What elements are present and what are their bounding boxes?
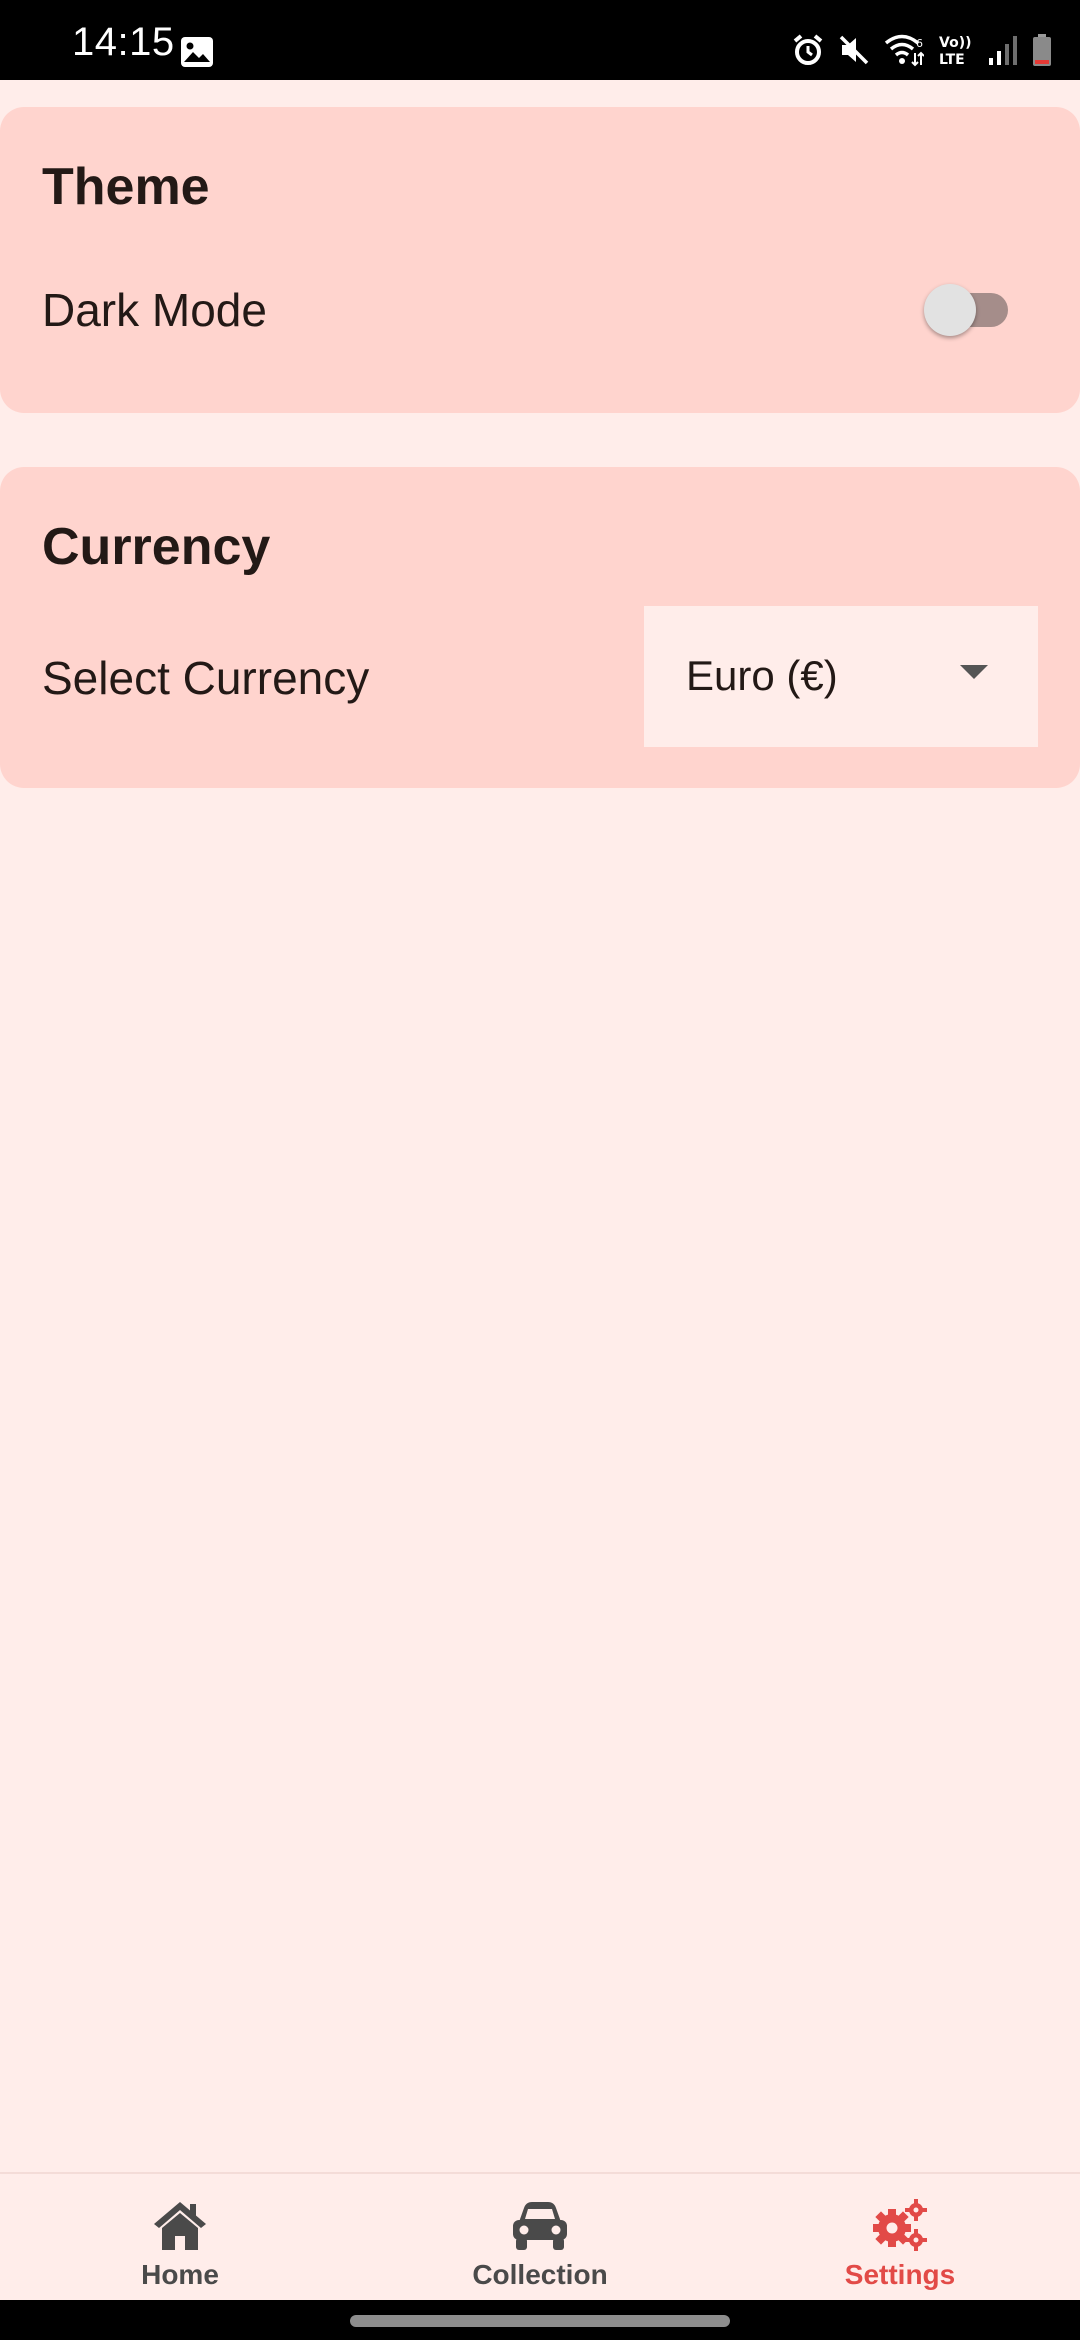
nav-item-collection[interactable]: Collection — [360, 2174, 720, 2302]
switch-thumb — [924, 284, 976, 336]
nav-label-settings: Settings — [844, 2259, 956, 2290]
alarm-icon — [793, 34, 823, 65]
bottom-nav: Home Collection Settings — [0, 2172, 1080, 2300]
theme-title: Theme — [42, 158, 210, 216]
wifi-icon: 6 — [884, 34, 924, 67]
status-icons: 6 Vo)) LTE — [792, 30, 1052, 70]
system-nav-bar — [0, 2300, 1080, 2340]
status-bar: 14:15 6 Vo)) LTE — [0, 0, 1080, 80]
currency-dropdown[interactable]: Euro (€) — [644, 606, 1038, 747]
mute-icon — [839, 35, 869, 65]
battery-icon — [1033, 34, 1051, 66]
currency-card: Currency Select Currency Euro (€) — [0, 467, 1080, 788]
nav-item-settings[interactable]: Settings — [720, 2174, 1080, 2302]
volte-icon: Vo)) LTE — [939, 35, 971, 67]
svg-text:Vo)): Vo)) — [939, 35, 971, 51]
signal-icon — [989, 36, 1017, 65]
home-gesture-bar[interactable] — [350, 2315, 730, 2327]
theme-card: Theme Dark Mode — [0, 107, 1080, 413]
currency-title: Currency — [42, 518, 271, 576]
nav-label-home: Home — [141, 2259, 219, 2290]
dark-mode-label: Dark Mode — [42, 284, 267, 336]
gears-icon — [873, 2199, 927, 2251]
select-currency-label: Select Currency — [42, 652, 370, 704]
nav-item-home[interactable]: Home — [0, 2174, 360, 2302]
car-icon — [513, 2202, 567, 2250]
home-icon — [154, 2202, 206, 2250]
currency-selected-value: Euro (€) — [686, 652, 838, 699]
gallery-icon — [181, 37, 213, 67]
svg-text:6: 6 — [916, 37, 923, 50]
dark-mode-switch[interactable] — [924, 284, 1008, 336]
svg-text:LTE: LTE — [939, 52, 965, 67]
nav-label-collection: Collection — [472, 2259, 608, 2290]
chevron-down-icon — [960, 665, 988, 679]
status-time: 14:15 — [72, 20, 175, 64]
